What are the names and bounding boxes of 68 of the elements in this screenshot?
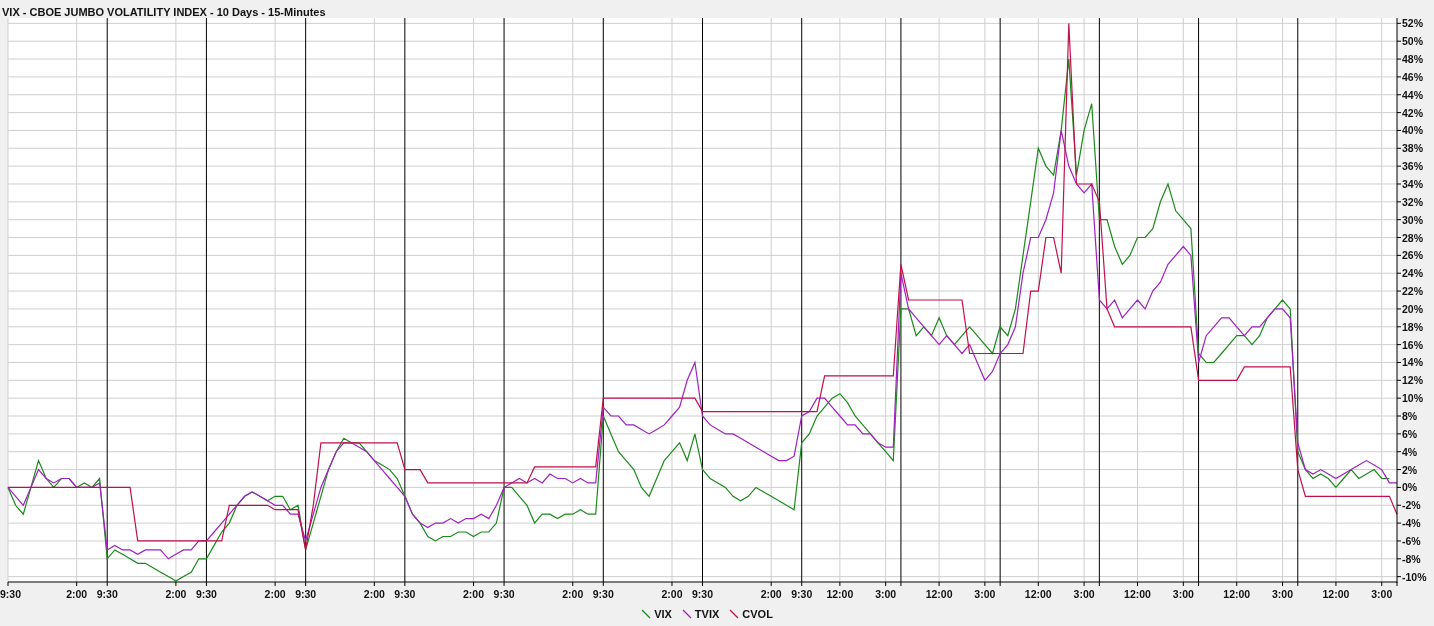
y-axis-label: 4%: [1402, 445, 1418, 458]
x-axis-label: 2:00: [66, 588, 88, 600]
x-axis-label: 12:00: [1322, 588, 1350, 600]
legend-line-icon: [641, 609, 652, 619]
x-axis-label: 2:00: [264, 588, 286, 600]
y-axis-label: 20%: [1402, 302, 1423, 315]
y-axis-label: -8%: [1402, 552, 1421, 565]
y-axis-label: 52%: [1402, 18, 1423, 30]
y-axis-label: -10%: [1402, 570, 1427, 583]
chart-title: VIX - CBOE JUMBO VOLATILITY INDEX - 10 Days - 15-Minutes: [2, 6, 326, 18]
x-axis-label: 12:00: [1024, 588, 1052, 600]
x-axis-label: 9:30: [791, 588, 813, 600]
y-axis-label: 48%: [1402, 53, 1423, 66]
y-axis-label: 26%: [1402, 249, 1423, 262]
y-axis-label: 6%: [1402, 427, 1418, 440]
legend-label: TVIX: [694, 608, 720, 620]
y-axis-label: 0%: [1402, 481, 1418, 494]
x-axis-label: 9:30: [195, 588, 217, 600]
x-axis-label: 9:30: [295, 588, 317, 600]
x-axis-label: 9:30: [692, 588, 713, 600]
x-axis-label: 2:00: [562, 588, 584, 600]
y-axis-label: 12%: [1402, 374, 1423, 387]
x-axis-label: 12:00: [1124, 588, 1151, 600]
y-axis-label: 28%: [1402, 231, 1423, 244]
y-axis-label: 32%: [1402, 195, 1423, 208]
y-axis-label: 44%: [1402, 88, 1423, 101]
y-axis-label: 2%: [1402, 463, 1418, 476]
y-axis-label: 38%: [1402, 142, 1423, 155]
x-axis-label: 3:00: [1172, 588, 1194, 600]
y-axis-label: 42%: [1402, 106, 1423, 119]
y-axis-label: 36%: [1402, 160, 1423, 173]
y-axis-label: 8%: [1402, 410, 1418, 422]
y-axis-label: 16%: [1402, 338, 1423, 351]
y-axis-label: 50%: [1402, 35, 1423, 48]
x-axis-label: 2:00: [661, 588, 683, 600]
legend-label: CVOL: [742, 608, 773, 620]
x-axis-label: 2:00: [463, 588, 485, 600]
y-axis-label: 10%: [1402, 392, 1423, 405]
x-axis-label: 12:00: [826, 588, 854, 600]
y-axis-label: -4%: [1402, 517, 1421, 530]
x-axis-label: 3:00: [875, 588, 897, 600]
y-axis-label: 46%: [1402, 70, 1423, 83]
y-axis-label: -6%: [1402, 534, 1421, 547]
x-axis-label: 9:30: [394, 588, 416, 600]
y-axis-label: 30%: [1402, 213, 1423, 226]
x-axis-label: 3:00: [1073, 588, 1095, 600]
y-axis-label: 18%: [1402, 320, 1423, 333]
x-axis-label: 9:30: [592, 588, 614, 600]
y-axis-label: 24%: [1402, 267, 1423, 280]
x-axis-label: 9:30: [0, 588, 21, 600]
y-axis-label: -2%: [1402, 499, 1421, 512]
x-axis-label: 3:00: [1272, 588, 1294, 600]
x-axis-label: 12:00: [1223, 588, 1251, 600]
x-axis-label: 12:00: [925, 588, 953, 600]
legend-label: VIX: [654, 608, 672, 620]
x-axis-label: 2:00: [363, 588, 385, 600]
legend-line-icon: [729, 609, 740, 619]
y-axis-label: 22%: [1402, 285, 1423, 298]
legend-line-icon: [681, 609, 692, 619]
x-axis-label: 9:30: [96, 588, 118, 600]
y-axis-label: 14%: [1402, 356, 1423, 369]
x-axis-label: 9:30: [493, 588, 515, 600]
x-axis-label: 2:00: [165, 588, 187, 600]
x-axis-label: 3:00: [1371, 588, 1393, 600]
y-axis-label: 34%: [1402, 178, 1423, 190]
y-axis-label: 40%: [1402, 124, 1423, 137]
x-axis-label: 3:00: [974, 588, 996, 600]
x-axis-label: 2:00: [760, 588, 782, 600]
